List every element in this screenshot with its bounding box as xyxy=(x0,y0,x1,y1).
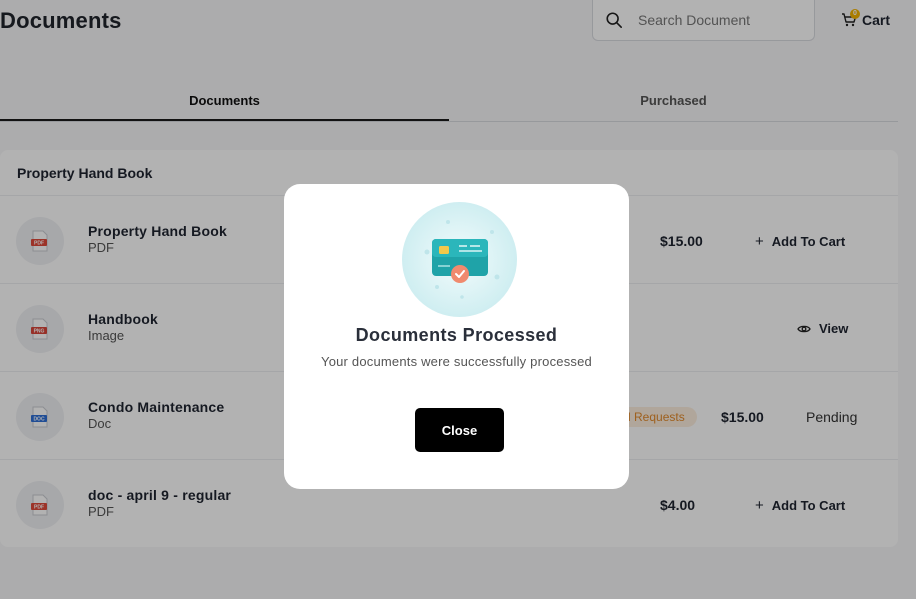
success-modal: Documents Processed Your documents were … xyxy=(284,184,629,489)
modal-title: Documents Processed xyxy=(355,325,558,345)
credit-card-check-icon xyxy=(402,202,517,317)
close-button[interactable]: Close xyxy=(415,408,504,452)
modal-subtitle: Your documents were successfully process… xyxy=(321,354,592,369)
